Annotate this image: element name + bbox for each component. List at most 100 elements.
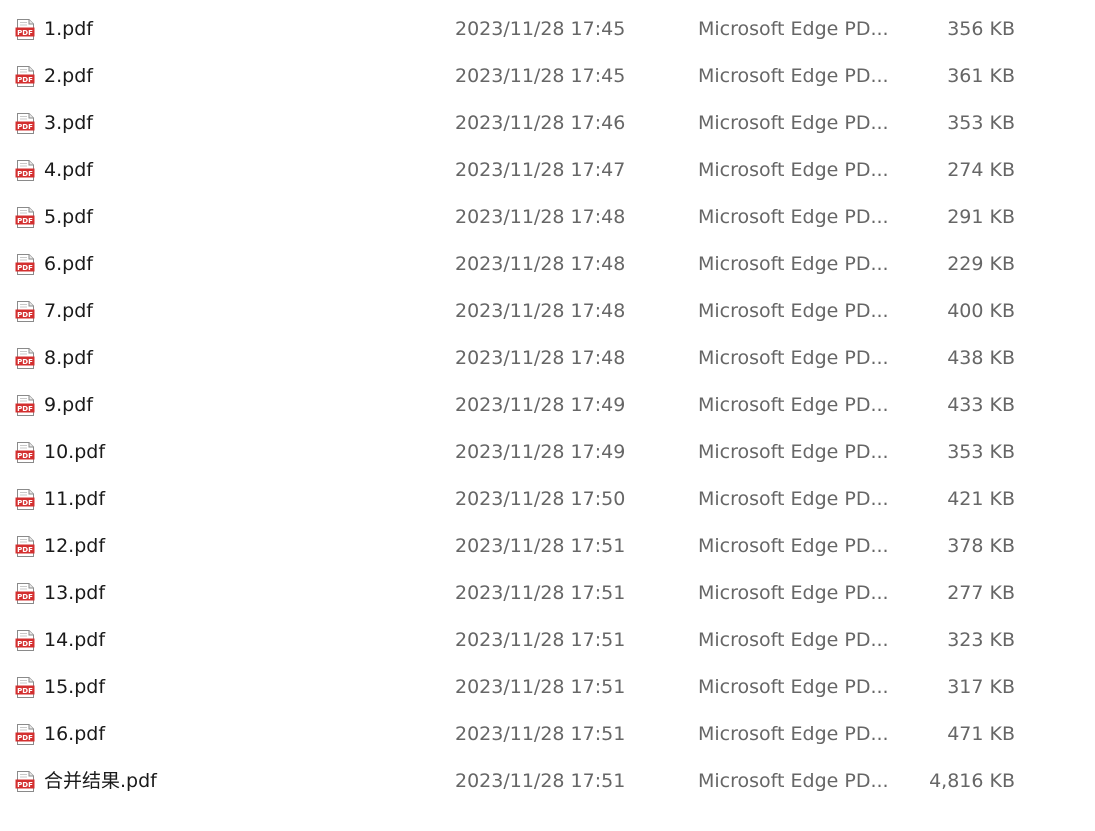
file-size: 421 KB (947, 488, 1015, 510)
file-row[interactable]: PDF 2.pdf 2023/11/28 17:45 Microsoft Edg… (0, 53, 1095, 100)
file-type: Microsoft Edge PD... (698, 488, 889, 510)
file-date-modified: 2023/11/28 17:48 (455, 253, 626, 275)
file-type: Microsoft Edge PD... (698, 723, 889, 745)
file-row[interactable]: PDF 1.pdf 2023/11/28 17:45 Microsoft Edg… (0, 6, 1095, 53)
file-date-modified: 2023/11/28 17:48 (455, 300, 626, 322)
file-name: 7.pdf (44, 300, 93, 322)
file-name: 3.pdf (44, 112, 93, 134)
file-size: 433 KB (947, 394, 1015, 416)
file-row[interactable]: PDF 13.pdf 2023/11/28 17:51 Microsoft Ed… (0, 570, 1095, 617)
svg-text:PDF: PDF (17, 640, 33, 648)
file-size: 323 KB (947, 629, 1015, 651)
file-date-modified: 2023/11/28 17:45 (455, 18, 626, 40)
file-name: 合并结果.pdf (44, 770, 157, 792)
file-date-modified: 2023/11/28 17:51 (455, 770, 626, 792)
file-row[interactable]: PDF 6.pdf 2023/11/28 17:48 Microsoft Edg… (0, 241, 1095, 288)
file-type: Microsoft Edge PD... (698, 159, 889, 181)
file-type: Microsoft Edge PD... (698, 18, 889, 40)
file-row[interactable]: PDF 合并结果.pdf 2023/11/28 17:51 Microsoft … (0, 758, 1095, 805)
file-size: 317 KB (947, 676, 1015, 698)
file-date-modified: 2023/11/28 17:51 (455, 629, 626, 651)
pdf-file-icon: PDF (15, 113, 36, 134)
file-row[interactable]: PDF 8.pdf 2023/11/28 17:48 Microsoft Edg… (0, 335, 1095, 382)
file-size: 274 KB (947, 159, 1015, 181)
svg-text:PDF: PDF (17, 593, 33, 601)
file-row[interactable]: PDF 11.pdf 2023/11/28 17:50 Microsoft Ed… (0, 476, 1095, 523)
file-type: Microsoft Edge PD... (698, 300, 889, 322)
svg-text:PDF: PDF (17, 499, 33, 507)
svg-text:PDF: PDF (17, 405, 33, 413)
file-row[interactable]: PDF 5.pdf 2023/11/28 17:48 Microsoft Edg… (0, 194, 1095, 241)
pdf-file-icon: PDF (15, 160, 36, 181)
pdf-file-icon: PDF (15, 442, 36, 463)
pdf-file-icon: PDF (15, 771, 36, 792)
file-date-modified: 2023/11/28 17:49 (455, 394, 626, 416)
svg-text:PDF: PDF (17, 311, 33, 319)
file-size: 438 KB (947, 347, 1015, 369)
file-row[interactable]: PDF 4.pdf 2023/11/28 17:47 Microsoft Edg… (0, 147, 1095, 194)
pdf-file-icon: PDF (15, 536, 36, 557)
file-type: Microsoft Edge PD... (698, 535, 889, 557)
file-date-modified: 2023/11/28 17:48 (455, 206, 626, 228)
file-date-modified: 2023/11/28 17:49 (455, 441, 626, 463)
file-name: 6.pdf (44, 253, 93, 275)
svg-text:PDF: PDF (17, 29, 33, 37)
svg-text:PDF: PDF (17, 452, 33, 460)
file-type: Microsoft Edge PD... (698, 206, 889, 228)
file-row[interactable]: PDF 7.pdf 2023/11/28 17:48 Microsoft Edg… (0, 288, 1095, 335)
file-size: 4,816 KB (929, 770, 1015, 792)
file-name: 10.pdf (44, 441, 106, 463)
file-row[interactable]: PDF 14.pdf 2023/11/28 17:51 Microsoft Ed… (0, 617, 1095, 664)
file-name: 14.pdf (44, 629, 106, 651)
file-size: 471 KB (947, 723, 1015, 745)
file-size: 356 KB (947, 18, 1015, 40)
svg-text:PDF: PDF (17, 170, 33, 178)
pdf-file-icon: PDF (15, 583, 36, 604)
svg-text:PDF: PDF (17, 76, 33, 84)
file-size: 229 KB (947, 253, 1015, 275)
file-date-modified: 2023/11/28 17:51 (455, 535, 626, 557)
svg-text:PDF: PDF (17, 123, 33, 131)
file-row[interactable]: PDF 9.pdf 2023/11/28 17:49 Microsoft Edg… (0, 382, 1095, 429)
pdf-file-icon: PDF (15, 395, 36, 416)
file-name: 1.pdf (44, 18, 93, 40)
file-row[interactable]: PDF 3.pdf 2023/11/28 17:46 Microsoft Edg… (0, 100, 1095, 147)
file-date-modified: 2023/11/28 17:45 (455, 65, 626, 87)
file-row[interactable]: PDF 16.pdf 2023/11/28 17:51 Microsoft Ed… (0, 711, 1095, 758)
file-name: 16.pdf (44, 723, 106, 745)
file-type: Microsoft Edge PD... (698, 582, 889, 604)
file-list: PDF 1.pdf 2023/11/28 17:45 Microsoft Edg… (0, 0, 1095, 831)
file-row[interactable]: PDF 12.pdf 2023/11/28 17:51 Microsoft Ed… (0, 523, 1095, 570)
file-date-modified: 2023/11/28 17:46 (455, 112, 626, 134)
file-date-modified: 2023/11/28 17:47 (455, 159, 626, 181)
pdf-file-icon: PDF (15, 348, 36, 369)
file-name: 2.pdf (44, 65, 93, 87)
file-type: Microsoft Edge PD... (698, 253, 889, 275)
file-type: Microsoft Edge PD... (698, 394, 889, 416)
svg-text:PDF: PDF (17, 217, 33, 225)
pdf-file-icon: PDF (15, 66, 36, 87)
file-name: 12.pdf (44, 535, 106, 557)
file-date-modified: 2023/11/28 17:51 (455, 582, 626, 604)
file-type: Microsoft Edge PD... (698, 676, 889, 698)
file-name: 8.pdf (44, 347, 93, 369)
file-size: 291 KB (947, 206, 1015, 228)
file-row[interactable]: PDF 15.pdf 2023/11/28 17:51 Microsoft Ed… (0, 664, 1095, 711)
file-type: Microsoft Edge PD... (698, 112, 889, 134)
file-date-modified: 2023/11/28 17:51 (455, 676, 626, 698)
svg-text:PDF: PDF (17, 687, 33, 695)
file-size: 277 KB (947, 582, 1015, 604)
pdf-file-icon: PDF (15, 19, 36, 40)
file-name: 13.pdf (44, 582, 106, 604)
svg-text:PDF: PDF (17, 358, 33, 366)
pdf-file-icon: PDF (15, 724, 36, 745)
file-type: Microsoft Edge PD... (698, 65, 889, 87)
file-row[interactable]: PDF 10.pdf 2023/11/28 17:49 Microsoft Ed… (0, 429, 1095, 476)
pdf-file-icon: PDF (15, 630, 36, 651)
file-type: Microsoft Edge PD... (698, 629, 889, 651)
file-type: Microsoft Edge PD... (698, 441, 889, 463)
file-date-modified: 2023/11/28 17:51 (455, 723, 626, 745)
file-date-modified: 2023/11/28 17:50 (455, 488, 626, 510)
pdf-file-icon: PDF (15, 207, 36, 228)
file-type: Microsoft Edge PD... (698, 770, 889, 792)
